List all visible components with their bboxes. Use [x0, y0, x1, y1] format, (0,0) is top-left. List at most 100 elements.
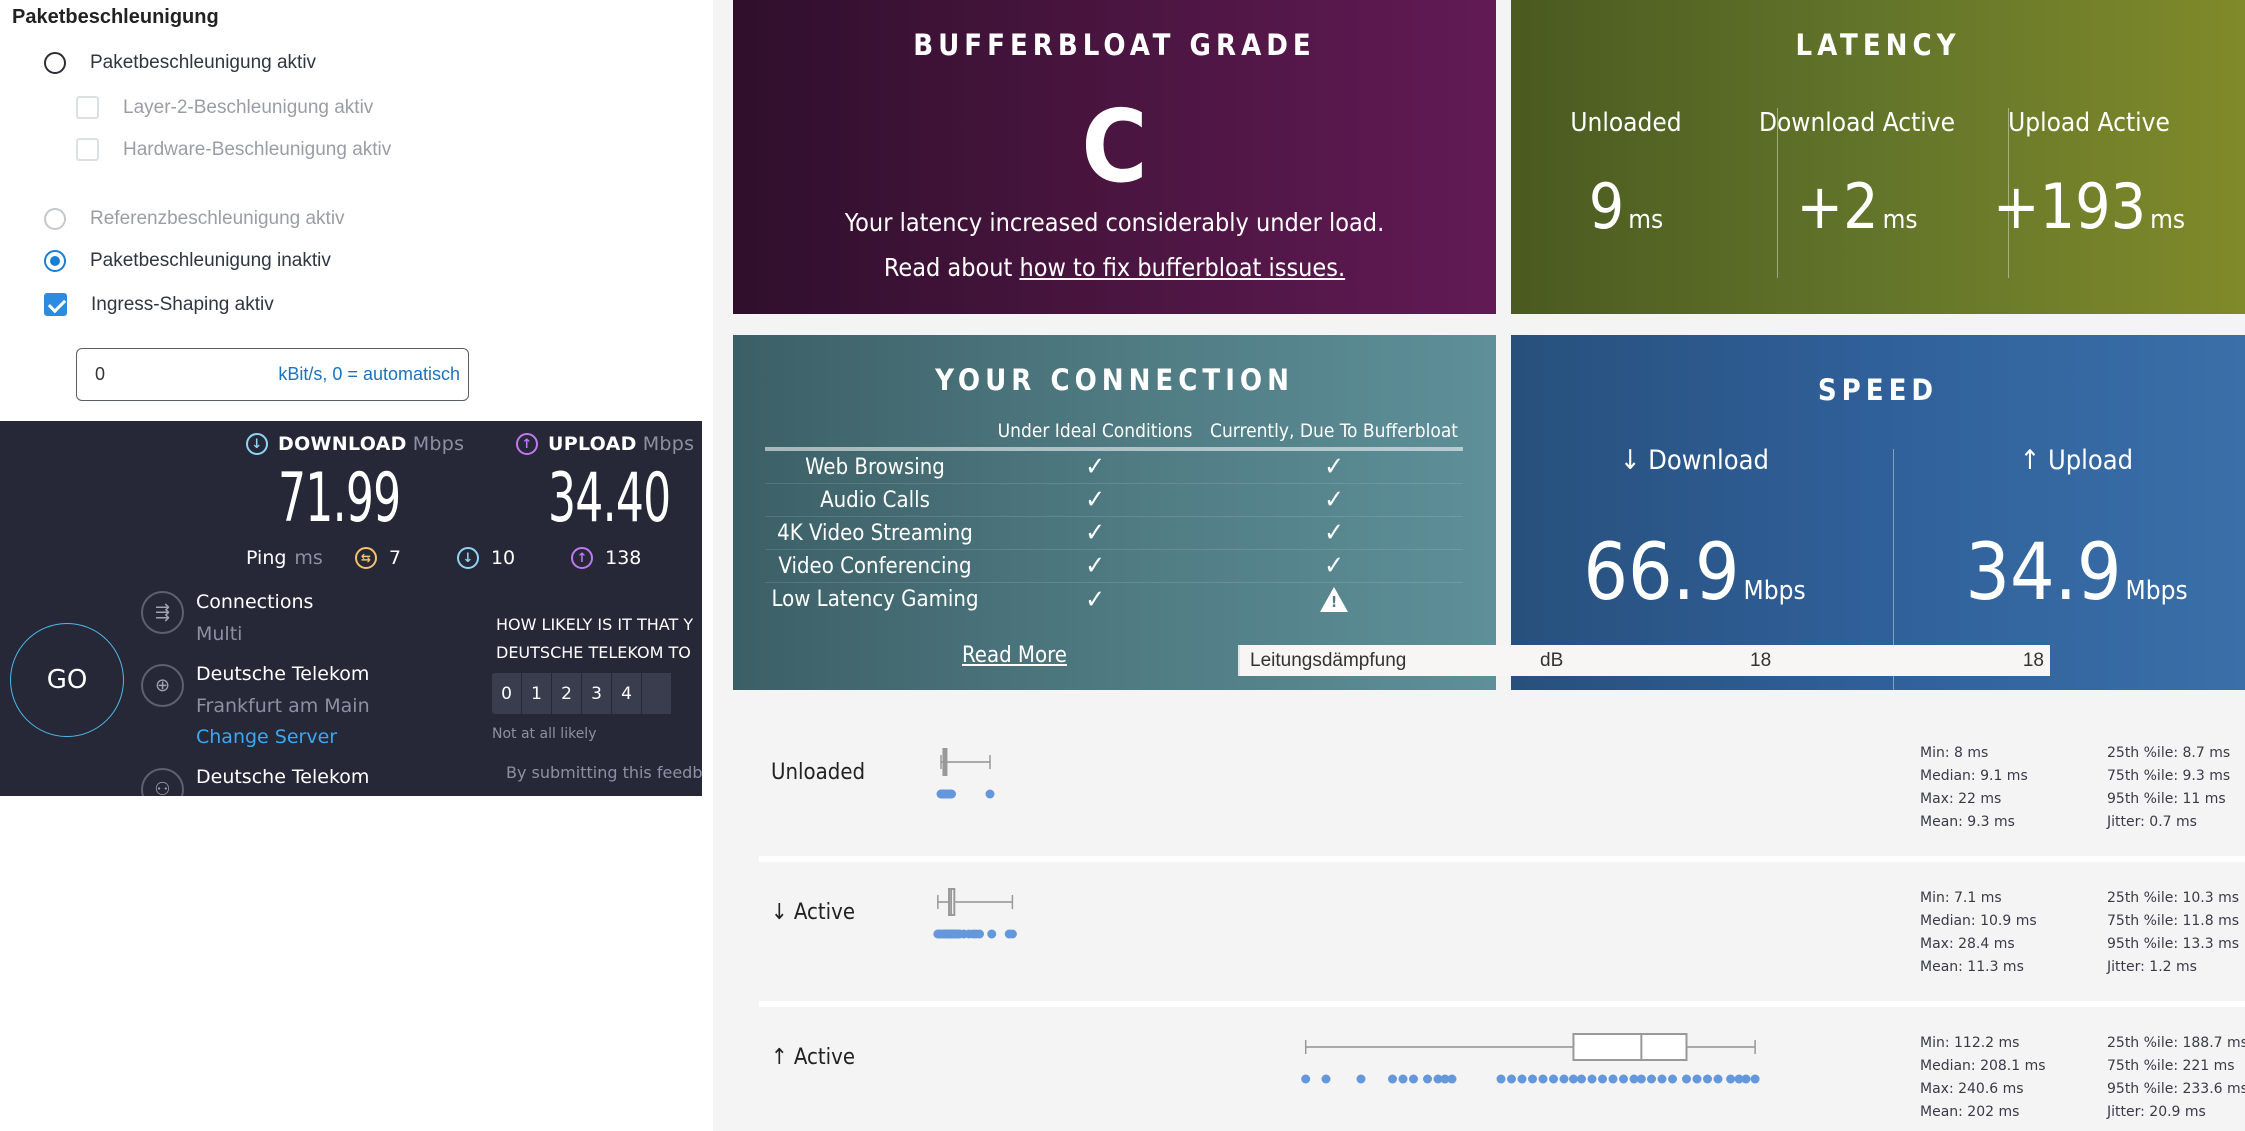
idle-latency-icon: ⇆ — [354, 547, 377, 569]
ingress-shaping-rate-input[interactable]: 0 kBit/s, 0 = automatisch — [76, 348, 469, 401]
sample-point — [1741, 1074, 1751, 1084]
connections-icon: ⇶ — [141, 591, 184, 634]
your-connection-card: YOUR CONNECTION Under Ideal Conditions C… — [733, 335, 1496, 690]
speed-unit: Mbps — [1743, 576, 1806, 606]
sample-point — [1750, 1074, 1760, 1084]
check-icon: ✓ — [1085, 584, 1105, 615]
speed-upload: ↑ Upload 34.9 Mbps — [1893, 445, 2245, 630]
latency-detail-download-active: ↓ Active Min: 7.1 ms Median: 10.9 ms Max: … — [759, 862, 2245, 1002]
option-packet-acceleration-on[interactable]: Paketbeschleunigung aktiv — [44, 52, 316, 74]
sample-point — [1301, 1074, 1311, 1084]
connection-table-header: Under Ideal Conditions Currently, Due To… — [765, 415, 1463, 451]
connection-row: Low Latency Gaming ✓! — [765, 583, 1463, 616]
latency-unloaded: Unloaded 9 ms — [1511, 108, 1741, 251]
check-icon: ✓ — [1324, 551, 1344, 581]
user-icon: ⚇ — [141, 768, 184, 796]
sample-point — [1356, 1074, 1366, 1084]
checkbox[interactable] — [76, 138, 99, 161]
check-icon: ✓ — [1085, 551, 1105, 581]
nps-scale: 01234 — [492, 673, 672, 714]
bufferbloat-grade-card: BUFFERBLOAT GRADE C Your latency increas… — [733, 0, 1496, 314]
box-iqr — [1572, 1033, 1688, 1061]
stat-line: Median: 10.9 ms — [1920, 913, 2037, 929]
sample-point — [1517, 1074, 1527, 1084]
activity-name: 4K Video Streaming — [777, 520, 973, 546]
connection-row: 4K Video Streaming ✓ ✓ — [765, 517, 1463, 550]
sample-point — [1549, 1074, 1558, 1084]
sample-point — [1713, 1074, 1723, 1084]
sample-point — [1647, 1074, 1656, 1084]
speed-download: ↓ Download 66.9 Mbps — [1511, 445, 1878, 630]
go-button[interactable]: GO — [10, 623, 124, 737]
latency-label: Download Active — [1758, 108, 1955, 138]
latency-label: Unloaded — [1570, 108, 1682, 138]
sample-point — [947, 789, 956, 799]
status-cell: ✓ — [985, 452, 1205, 482]
latency-boxplot — [933, 888, 1017, 939]
sample-point — [1528, 1074, 1537, 1084]
status-cell: ✓ — [1205, 551, 1463, 581]
stat-line: Jitter: 1.2 ms — [2107, 959, 2197, 975]
settings-title: Paketbeschleunigung — [12, 6, 219, 28]
attenuation-label: Leitungsdämpfung — [1250, 649, 1407, 671]
change-server-link[interactable]: Change Server — [196, 726, 337, 748]
stat-line: 25th %ile: 188.7 ms — [2107, 1035, 2245, 1051]
ping-download-value: 10 — [490, 547, 516, 569]
activity-name: Low Latency Gaming — [771, 587, 979, 612]
connections-value[interactable]: Multi — [196, 623, 242, 645]
nps-score-button[interactable]: 1 — [522, 673, 551, 714]
option-label: Paketbeschleunigung inaktiv — [90, 250, 331, 271]
radio-button[interactable] — [44, 52, 66, 74]
checkbox[interactable] — [76, 96, 99, 119]
status-cell: ✓ — [985, 551, 1205, 581]
nps-score-button[interactable]: 0 — [492, 673, 521, 714]
line-attenuation-row: Leitungsdämpfung dB 18 18 — [1238, 645, 2050, 676]
nps-score-button[interactable] — [642, 673, 671, 714]
read-about-prefix: Read about — [883, 253, 1020, 282]
option-reference-acceleration[interactable]: Referenzbeschleunigung aktiv — [44, 208, 345, 230]
status-cell: ✓ — [985, 585, 1205, 615]
download-label: DOWNLOAD — [278, 433, 407, 455]
read-more-link[interactable]: Read More — [962, 643, 1067, 668]
option-layer2-acceleration[interactable]: Layer-2-Beschleunigung aktiv — [76, 96, 373, 119]
nps-score-button[interactable]: 4 — [612, 673, 641, 714]
sample-point — [1568, 1074, 1578, 1084]
stat-line: 25th %ile: 8.7 ms — [2107, 745, 2231, 761]
stat-line: Min: 112.2 ms — [1920, 1035, 2020, 1051]
sample-point — [1682, 1074, 1691, 1084]
radio-button-selected[interactable] — [44, 250, 66, 272]
provider-name: Deutsche Telekom — [196, 766, 370, 788]
checkbox-checked[interactable] — [44, 293, 67, 316]
sample-point — [985, 789, 995, 799]
fix-bufferbloat-link[interactable]: how to fix bufferbloat issues. — [1019, 253, 1345, 282]
attenuation-unit: dB — [1540, 649, 1564, 671]
stats-column-right: 25th %ile: 8.7 ms 75th %ile: 9.3 ms 95th %… — [2107, 742, 2230, 834]
server-isp: Deutsche Telekom — [196, 663, 370, 685]
sample-point — [1587, 1074, 1597, 1084]
latency-unit: ms — [1628, 205, 1664, 235]
speed-title: SPEED — [1817, 373, 1939, 407]
nps-score-button[interactable]: 3 — [582, 673, 611, 714]
sample-point — [1447, 1074, 1457, 1084]
latency-boxplot — [936, 748, 995, 799]
stat-line: Jitter: 0.7 ms — [2107, 814, 2197, 830]
grade-title: BUFFERBLOAT GRADE — [913, 28, 1316, 62]
upload-arrow-icon: ↑ — [516, 433, 538, 455]
grade-letter: C — [1081, 88, 1148, 205]
option-ingress-shaping[interactable]: Ingress-Shaping aktiv — [44, 293, 274, 316]
option-packet-acceleration-off[interactable]: Paketbeschleunigung inaktiv — [44, 250, 331, 272]
stats-column-left: Min: 112.2 ms Median: 208.1 ms Max: 240.6 … — [1920, 1032, 2046, 1124]
nps-score-button[interactable]: 2 — [552, 673, 581, 714]
latency-boxplot — [1301, 1033, 1760, 1084]
speed-label: ↓ Download — [1620, 445, 1769, 476]
option-label: Ingress-Shaping aktiv — [91, 293, 274, 315]
option-hardware-acceleration[interactable]: Hardware-Beschleunigung aktiv — [76, 138, 391, 161]
status-cell: ! — [1205, 587, 1463, 613]
sample-point — [1668, 1074, 1677, 1084]
connections-title: Connections — [196, 591, 314, 613]
latency-stats: Min: 112.2 ms Median: 208.1 ms Max: 240.6 … — [1920, 1032, 2245, 1124]
stat-line: Max: 22 ms — [1920, 791, 2002, 807]
attenuation-value-2: 18 — [2022, 649, 2044, 671]
sample-point — [1598, 1074, 1607, 1084]
radio-button[interactable] — [44, 208, 66, 230]
